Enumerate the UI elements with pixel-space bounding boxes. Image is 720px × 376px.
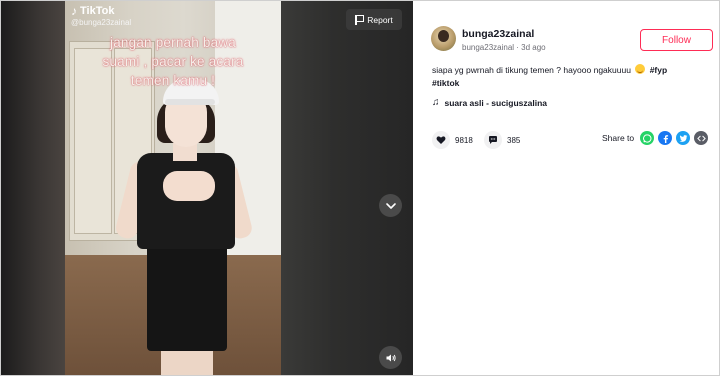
tiktok-watermark: ♪ TikTok [71, 4, 114, 18]
facebook-icon[interactable] [658, 131, 673, 145]
caption-line: temen kamu ! [130, 73, 216, 88]
author-display-name[interactable]: bunga23zainal [462, 28, 534, 40]
next-video-button[interactable] [379, 194, 402, 217]
whatsapp-icon[interactable] [640, 131, 655, 145]
hashtag-tiktok[interactable]: #tiktok [432, 78, 459, 88]
video-blur-right [281, 1, 413, 375]
author-username[interactable]: bunga23zainal [462, 43, 514, 52]
speaker-icon [386, 354, 396, 361]
post-info-panel: bunga23zainal bunga23zainal · 3d ago Fol… [414, 1, 719, 375]
like-count: 9818 [455, 135, 473, 145]
follow-button[interactable]: Follow [640, 29, 713, 51]
embed-icon[interactable] [694, 131, 709, 145]
comment-button[interactable]: 385 [484, 131, 520, 149]
watermark-handle: @bunga23zainal [71, 18, 132, 27]
sound-toggle-button[interactable] [379, 346, 402, 369]
heart-icon [432, 131, 450, 149]
caption-line: jangan pernah bawa [110, 35, 236, 50]
tiktok-brand-text: TikTok [80, 5, 115, 17]
author-subline: bunga23zainal · 3d ago [462, 43, 546, 52]
hashtag-fyp[interactable]: #fyp [650, 65, 667, 75]
caption-line: suami , pacar ke acara [102, 54, 244, 69]
description-text: siapa yg pwrnah di tikung temen ? hayooo… [432, 65, 631, 75]
tiktok-logo-icon: ♪ [71, 4, 77, 18]
music-title: suara asli - suciguszalina [444, 97, 548, 108]
chevron-down-icon [385, 202, 396, 209]
comment-count: 385 [507, 135, 521, 145]
avatar[interactable] [431, 26, 456, 51]
video-panel[interactable]: ♪ TikTok @bunga23zainal jangan pernah ba… [1, 1, 413, 375]
post-time: 3d ago [521, 43, 546, 52]
video-caption: jangan pernah bawa suami , pacar ke acar… [65, 33, 281, 90]
laughing-emoji-icon [635, 64, 646, 74]
music-note-icon: ♫ [432, 97, 440, 108]
music-link[interactable]: ♫ suara asli - suciguszalina [432, 97, 547, 108]
video-blur-left [1, 1, 65, 375]
like-button[interactable]: 9818 [432, 131, 473, 149]
share-label: Share to [602, 133, 635, 143]
flag-icon [355, 14, 364, 25]
post-description: siapa yg pwrnah di tikung temen ? hayooo… [432, 64, 712, 90]
share-row: Share to [602, 131, 709, 145]
twitter-icon[interactable] [676, 131, 691, 145]
report-button[interactable]: Report [346, 9, 402, 30]
report-label: Report [367, 14, 393, 25]
comment-icon [484, 131, 502, 149]
